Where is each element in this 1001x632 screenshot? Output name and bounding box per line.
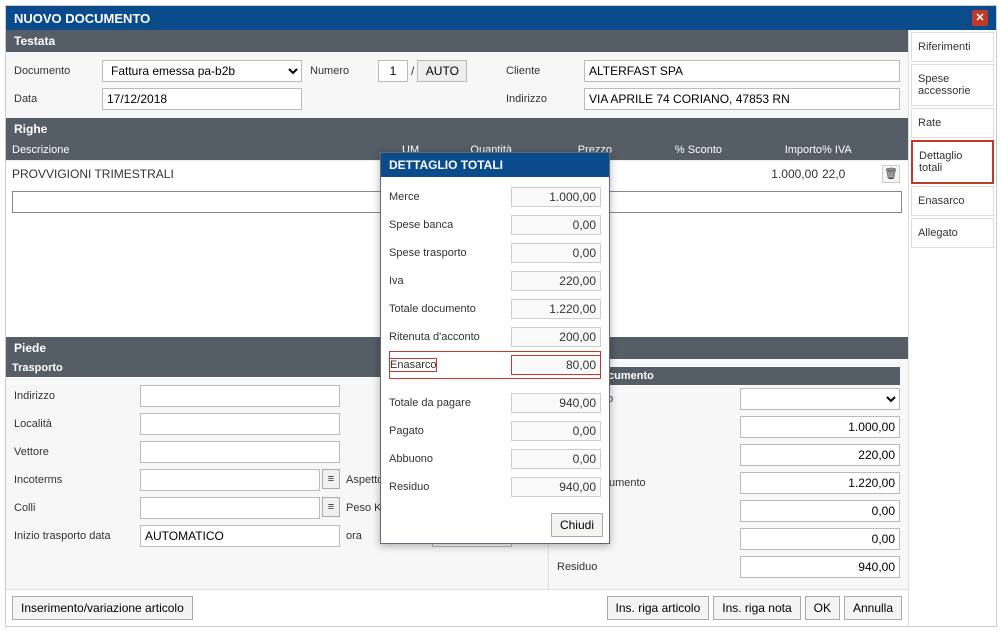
- window-title: NUOVO DOCUMENTO: [14, 11, 150, 26]
- modal-row: Pagato0,00: [389, 417, 601, 445]
- modal-row: Totale documento1.220,00: [389, 295, 601, 323]
- localita-input[interactable]: [140, 413, 340, 435]
- inizio-trasporto-label: Inizio trasporto data: [14, 530, 134, 542]
- cell-importo: 1.000,00: [722, 167, 822, 181]
- dettaglio-totali-modal: DETTAGLIO TOTALI Merce1.000,00Spese banc…: [380, 152, 610, 544]
- col-importo: Importo: [722, 144, 822, 156]
- annulla-button[interactable]: Annulla: [844, 596, 902, 620]
- residuo-val: [740, 556, 900, 578]
- ok-button[interactable]: OK: [805, 596, 840, 620]
- modal-row: Spese trasporto0,00: [389, 239, 601, 267]
- documento-select[interactable]: Fattura emessa pa-b2b: [102, 60, 302, 82]
- close-icon[interactable]: ✕: [972, 10, 988, 26]
- cliente-input[interactable]: [584, 60, 900, 82]
- cell-iva: 22,0: [822, 167, 882, 181]
- chiudi-button[interactable]: Chiudi: [551, 513, 603, 537]
- modal-row: Residuo940,00: [389, 473, 601, 501]
- indirizzo-input[interactable]: [584, 88, 900, 110]
- ins-riga-articolo-button[interactable]: Ins. riga articolo: [607, 596, 710, 620]
- modal-enasarco-label: Enasarco: [389, 358, 437, 372]
- modal-row: Abbuono0,00: [389, 445, 601, 473]
- totdoc-val: [740, 472, 900, 494]
- vettore-label: Vettore: [14, 446, 134, 458]
- app-window: NUOVO DOCUMENTO ✕ Testata Documento Fatt…: [5, 5, 997, 627]
- vettore-input[interactable]: [140, 441, 340, 463]
- modal-title: DETTAGLIO TOTALI: [381, 153, 609, 177]
- modal-enasarco-val: 80,00: [511, 355, 601, 375]
- residuo-label: Residuo: [557, 561, 597, 573]
- iva-val: [740, 444, 900, 466]
- sidebar-dettaglio-totali[interactable]: Dettaglio totali: [911, 140, 994, 184]
- testata-header: Testata: [6, 30, 908, 52]
- cell-descrizione: PROVVIGIONI TRIMESTRALI: [12, 167, 402, 181]
- sidebar-riferimenti[interactable]: Riferimenti: [911, 32, 994, 62]
- sidebar-allegato[interactable]: Allegato: [911, 218, 994, 248]
- numero-auto[interactable]: [417, 60, 467, 82]
- col-iva: % IVA: [822, 144, 882, 156]
- modal-row: Merce1.000,00: [389, 183, 601, 211]
- indirizzo-trasp-input[interactable]: [140, 385, 340, 407]
- numero-label: Numero: [310, 65, 370, 77]
- data-input[interactable]: [102, 88, 302, 110]
- col-sconto: % Sconto: [612, 144, 722, 156]
- modal-row: Totale da pagare940,00: [389, 389, 601, 417]
- data-label: Data: [14, 93, 94, 105]
- localita-label: Località: [14, 418, 134, 430]
- indirizzo-label: Indirizzo: [506, 93, 576, 105]
- ins-variazione-button[interactable]: Inserimento/variazione articolo: [12, 596, 193, 620]
- cliente-label: Cliente: [506, 65, 576, 77]
- sidebar-enasarco[interactable]: Enasarco: [911, 186, 994, 216]
- pagamento-select[interactable]: [740, 388, 900, 410]
- incoterms-input[interactable]: [140, 469, 320, 491]
- col-descrizione: Descrizione: [12, 144, 402, 156]
- colli-label: Colli: [14, 502, 134, 514]
- title-bar: NUOVO DOCUMENTO ✕: [6, 6, 996, 30]
- numero-part1[interactable]: [378, 60, 408, 82]
- colli-input[interactable]: [140, 497, 320, 519]
- modal-row-enasarco: Enasarco 80,00: [389, 351, 601, 379]
- incoterms-label: Incoterms: [14, 474, 134, 486]
- merce-val: [740, 416, 900, 438]
- modal-row: Spese banca0,00: [389, 211, 601, 239]
- sidebar-spese[interactable]: Spese accessorie: [911, 64, 994, 106]
- inizio-trasporto-input[interactable]: [140, 525, 340, 547]
- ins-riga-nota-button[interactable]: Ins. riga nota: [713, 596, 800, 620]
- numero-separator: /: [411, 64, 414, 78]
- list-icon-2[interactable]: ≡: [322, 497, 340, 517]
- sidebar-rate[interactable]: Rate: [911, 108, 994, 138]
- righe-header-section: Righe: [6, 118, 908, 140]
- sidebar: Riferimenti Spese accessorie Rate Dettag…: [908, 30, 996, 626]
- abbuono-val[interactable]: [740, 528, 900, 550]
- pagato-val[interactable]: [740, 500, 900, 522]
- modal-row: Ritenuta d'acconto200,00: [389, 323, 601, 351]
- documento-label: Documento: [14, 65, 94, 77]
- trash-icon[interactable]: 🗑: [882, 165, 900, 183]
- list-icon[interactable]: ≡: [322, 469, 340, 489]
- indirizzo-trasp-label: Indirizzo: [14, 390, 134, 402]
- modal-row: Iva220,00: [389, 267, 601, 295]
